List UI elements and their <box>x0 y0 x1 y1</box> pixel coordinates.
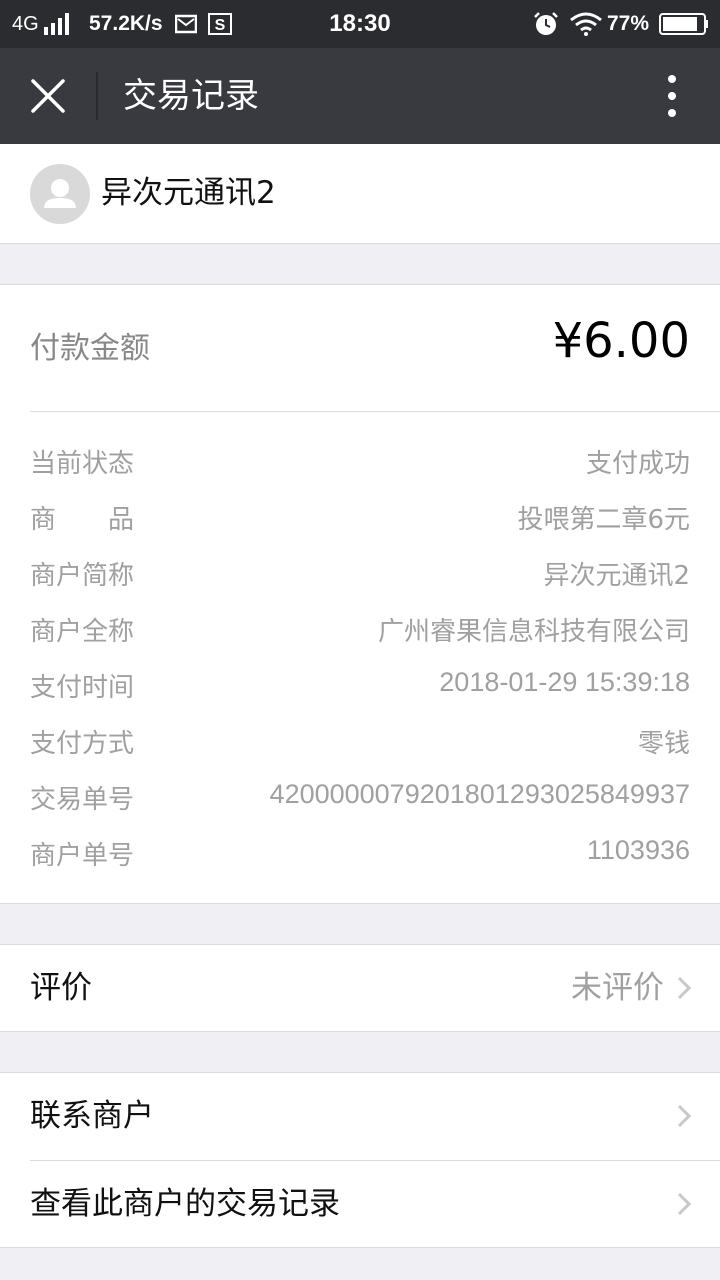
merchant-history-label: 查看此商户的交易记录 <box>30 1186 340 1222</box>
close-button[interactable] <box>24 72 72 120</box>
detail-value: 异次元通讯2 <box>543 561 690 591</box>
detail-key: 当前状态 <box>30 449 135 479</box>
detail-key: 交易单号 <box>30 785 135 815</box>
title-divider <box>96 72 98 120</box>
avatar <box>30 164 90 224</box>
merchant-history-cell[interactable]: 查看此商户的交易记录 <box>0 1161 720 1248</box>
detail-row-pay-method: 支付方式 零钱 <box>0 715 720 771</box>
detail-row-status: 当前状态 支付成功 <box>0 435 720 491</box>
contact-merchant-cell[interactable]: 联系商户 <box>0 1073 720 1160</box>
amount-value: ¥6.00 <box>552 313 690 369</box>
contact-merchant-label: 联系商户 <box>30 1098 154 1134</box>
alarm-icon <box>533 0 559 48</box>
wifi-icon <box>569 0 603 48</box>
merchant-header[interactable]: 异次元通讯2 <box>0 144 720 244</box>
status-bar: 4G 57.2K/s S 18:30 77% <box>0 0 720 48</box>
close-icon <box>31 79 65 113</box>
detail-row-merchant-short: 商户简称 异次元通讯2 <box>0 547 720 603</box>
detail-key: 商户简称 <box>30 561 135 591</box>
detail-value: 4200000079201801293025849937 <box>269 779 690 809</box>
detail-row-merchant-full: 商户全称 广州睿果信息科技有限公司 <box>0 603 720 659</box>
detail-key: 支付方式 <box>30 729 135 759</box>
detail-value: 1103936 <box>586 835 690 865</box>
detail-row-pay-time: 支付时间 2018-01-29 15:39:18 <box>0 659 720 715</box>
merchant-links: 联系商户 查看此商户的交易记录 <box>0 1072 720 1248</box>
merchant-name: 异次元通讯2 <box>101 175 276 211</box>
chevron-right-icon <box>677 1104 692 1128</box>
detail-value: 2018-01-29 15:39:18 <box>439 667 690 697</box>
detail-value: 零钱 <box>637 729 690 759</box>
battery-percent: 77% <box>607 12 650 35</box>
chevron-right-icon <box>677 976 692 1000</box>
detail-value: 投喂第二章6元 <box>517 505 690 535</box>
detail-key: 商户单号 <box>30 841 135 871</box>
title-bar: 交易记录 <box>0 48 720 144</box>
detail-row-product: 商 品 投喂第二章6元 <box>0 491 720 547</box>
detail-value: 广州睿果信息科技有限公司 <box>377 617 690 647</box>
detail-row-transaction-id: 交易单号 4200000079201801293025849937 <box>0 771 720 827</box>
payment-detail-card: 付款金额 ¥6.00 当前状态 支付成功 商 品 投喂第二章6元 商户简称 异次… <box>0 284 720 904</box>
page-title: 交易记录 <box>123 76 259 116</box>
amount-label: 付款金额 <box>30 331 150 366</box>
detail-value: 支付成功 <box>585 449 690 479</box>
detail-key: 支付时间 <box>30 673 135 703</box>
review-status: 未评价 <box>571 970 664 1006</box>
divider <box>30 411 720 412</box>
more-vertical-icon <box>668 75 676 117</box>
detail-key: 商 品 <box>30 505 135 535</box>
user-avatar-icon <box>44 179 76 208</box>
battery-icon <box>659 0 709 48</box>
chevron-right-icon <box>677 1192 692 1216</box>
detail-row-merchant-order-id: 商户单号 1103936 <box>0 827 720 883</box>
review-label: 评价 <box>30 970 92 1006</box>
more-options-button[interactable] <box>650 72 694 120</box>
detail-list: 当前状态 支付成功 商 品 投喂第二章6元 商户简称 异次元通讯2 商户全称 广… <box>0 435 720 883</box>
review-cell[interactable]: 评价 未评价 <box>0 944 720 1032</box>
detail-key: 商户全称 <box>30 617 135 647</box>
